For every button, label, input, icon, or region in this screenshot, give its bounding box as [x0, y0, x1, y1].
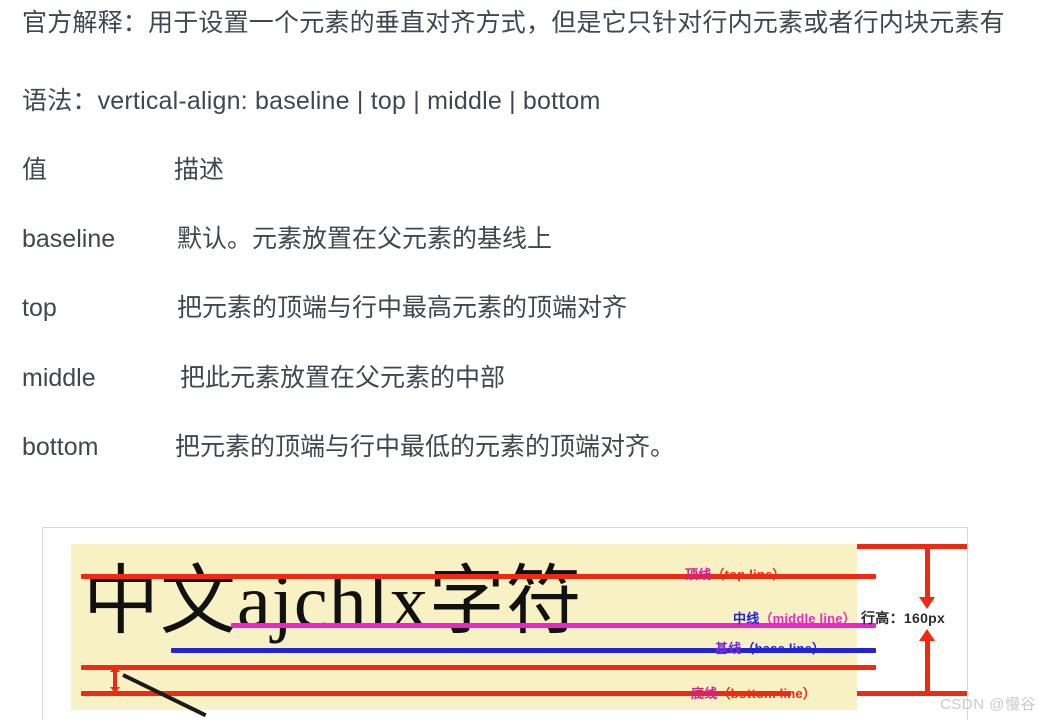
table-cell-value: bottom — [22, 433, 99, 461]
line-height-top-bar — [857, 544, 967, 549]
table-header-description: 描述 — [174, 156, 225, 184]
legend-bottom-line: 底线（bottom line） — [691, 683, 816, 702]
line-height-arrow-up-icon — [919, 629, 935, 694]
legend-top-line-en: （top line） — [711, 567, 786, 582]
syntax-paragraph: 语法：vertical-align: baseline | top | midd… — [22, 87, 601, 115]
legend-bottom-line-cn: 底线 — [691, 686, 718, 701]
table-cell-description: 把此元素放置在父元素的中部 — [180, 364, 506, 392]
table-cell-value: middle — [22, 364, 96, 392]
descender-line-marker — [81, 691, 791, 696]
table-cell-description: 把元素的顶端与行中最高元素的顶端对齐 — [177, 294, 628, 322]
legend-middle-line-en: （middle line） — [759, 611, 856, 626]
legend-middle-line: 中线（middle line） — [733, 608, 856, 627]
figure-canvas: 中文ajchlx字符 顶线（top line） 中线（middle line） … — [43, 528, 967, 720]
official-explanation-paragraph: 官方解释：用于设置一个元素的垂直对齐方式，但是它只针对行内元素或者行内块元素有 — [22, 9, 1005, 37]
legend-middle-line-cn: 中线 — [733, 611, 760, 626]
bottom-line-marker — [81, 665, 876, 670]
table-cell-description: 把元素的顶端与行中最低的元素的顶端对齐。 — [175, 433, 676, 461]
legend-top-line: 顶线（top line） — [685, 564, 786, 583]
legend-bottom-line-en: （bottom line） — [717, 686, 817, 701]
csdn-watermark: CSDN @慢谷 — [940, 696, 1036, 713]
legend-base-line-cn: 基线 — [715, 641, 742, 656]
table-cell-value: baseline — [22, 225, 116, 253]
table-cell-description: 默认。元素放置在父元素的基线上 — [177, 225, 553, 253]
baseline-diagram-figure: 中文ajchlx字符 顶线（top line） 中线（middle line） … — [42, 527, 968, 720]
legend-base-line-en: （base line） — [741, 641, 826, 656]
table-header-value: 值 — [22, 156, 48, 184]
legend-top-line-cn: 顶线 — [685, 567, 712, 582]
legend-base-line: 基线（base line） — [715, 638, 825, 657]
line-height-label: 行高：160px — [861, 610, 946, 626]
table-cell-value: top — [22, 294, 57, 322]
descender-gap-arrow-icon — [110, 666, 120, 693]
line-height-arrow-down-icon — [919, 546, 935, 609]
